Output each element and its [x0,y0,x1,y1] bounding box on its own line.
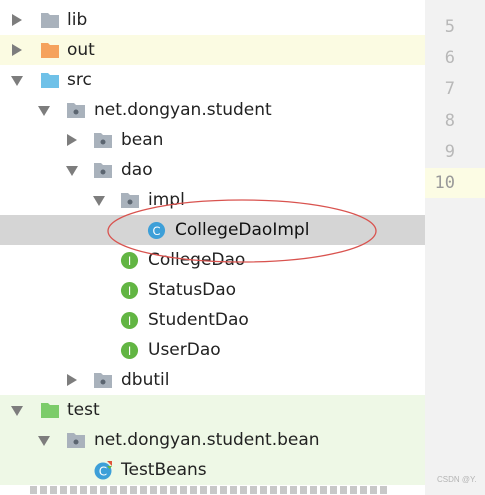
tree-item-dbutil[interactable]: dbutil [0,365,425,395]
tree-item-dao[interactable]: dao [0,155,425,185]
line-number: 7 [444,79,455,99]
package-icon [94,373,112,388]
gutter-line-current: 10 [425,168,485,198]
package-icon [94,133,112,148]
test-class-icon: C [94,461,112,480]
gutter-line: 8 [425,106,485,136]
tree-item-test-package[interactable]: net.dongyan.student.bean [0,425,425,455]
gutter-line: 6 [425,43,485,73]
chevron-right-icon[interactable] [67,374,77,386]
tree-item-label: src [67,70,92,90]
watermark: CSDN @Y. [437,475,477,484]
line-number: 5 [444,17,455,37]
tree-item-label: StatusDao [148,280,237,300]
chevron-right-icon[interactable] [12,44,22,56]
chevron-down-icon[interactable] [66,166,78,176]
gutter-line: 5 [425,12,485,42]
tree-item-package-root[interactable]: net.dongyan.student [0,95,425,125]
gutter-line: 7 [425,74,485,104]
tree-item-label: net.dongyan.student.bean [94,430,320,450]
tree-item-label: bean [121,130,164,150]
test-class-icon-badge: C [99,465,107,479]
package-icon [94,163,112,178]
tree-item-studentdao[interactable]: I StudentDao [0,305,425,335]
tree-item-src[interactable]: src [0,65,425,95]
interface-icon-badge: I [128,344,131,358]
chevron-right-icon[interactable] [12,14,22,26]
tree-item-test[interactable]: test [0,395,425,425]
chevron-right-icon[interactable] [67,134,77,146]
chevron-down-icon[interactable] [38,106,50,116]
folder-icon [41,403,59,418]
tree-item-label: lib [67,10,88,30]
tree-item-label: net.dongyan.student [94,100,272,120]
tree-item-partial [0,486,425,495]
folder-icon [41,73,59,88]
tree-item-label: out [67,40,95,60]
annotation-circle [107,199,377,263]
tree-item-label: dao [121,160,153,180]
package-icon [67,103,85,118]
chevron-down-icon[interactable] [93,196,105,206]
cropped-text [30,486,390,494]
tree-item-lib[interactable]: lib [0,5,425,35]
folder-icon [41,43,59,58]
interface-icon: I [120,311,139,330]
tree-item-testbeans[interactable]: C TestBeans [0,455,425,485]
package-icon [67,433,85,448]
project-tree: lib out src net.dongyan.student bean dao… [0,0,425,495]
interface-icon: I [120,281,139,300]
chevron-down-icon[interactable] [11,406,23,416]
chevron-down-icon[interactable] [38,436,50,446]
line-number: 8 [444,111,455,131]
folder-icon [41,13,59,28]
tree-item-bean[interactable]: bean [0,125,425,155]
tree-item-label: StudentDao [148,310,249,330]
tree-item-statusdao[interactable]: I StatusDao [0,275,425,305]
interface-icon-badge: I [128,314,131,328]
tree-item-label: TestBeans [121,460,207,480]
interface-icon: I [120,341,139,360]
tree-item-label: dbutil [121,370,170,390]
line-number: 10 [434,173,455,193]
chevron-down-icon[interactable] [11,76,23,86]
interface-icon-badge: I [128,284,131,298]
line-number: 6 [444,48,455,68]
tree-item-out[interactable]: out [0,35,425,65]
tree-item-userdao[interactable]: I UserDao [0,335,425,365]
tree-item-label: test [67,400,100,420]
editor-gutter: 5 6 7 8 9 10 [425,0,485,495]
tree-item-label: UserDao [148,340,221,360]
line-number: 9 [444,142,455,162]
gutter-line: 9 [425,137,485,167]
